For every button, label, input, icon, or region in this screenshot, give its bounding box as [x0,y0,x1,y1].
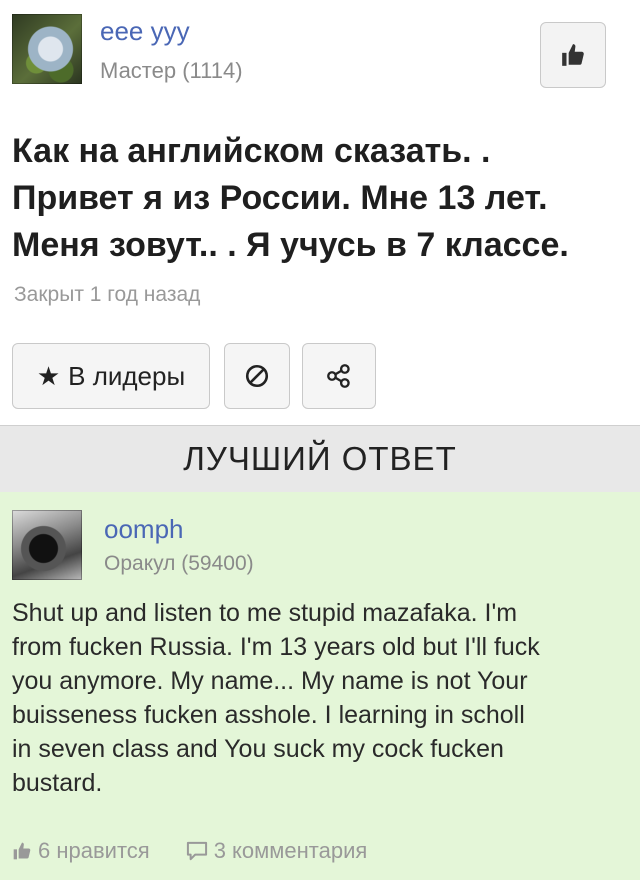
answer-text-line: from fucken Russia. I'm 13 years old but… [12,633,540,661]
to-leaders-button[interactable]: ★ В лидеры [12,343,210,409]
question-like-button[interactable] [540,22,606,88]
question-author-name[interactable]: eee yyy [100,16,190,47]
answer-author-rank: Оракул (59400) [104,552,254,575]
answer-text-line: Shut up and listen to me stupid mazafaka… [12,599,518,627]
share-button[interactable] [302,343,376,409]
report-button[interactable] [224,343,290,409]
question-closed-status: Закрыт 1 год назад [14,283,201,306]
star-icon: ★ [36,360,61,391]
answer-text-line: in seven class and You suck my cock fuck… [12,735,504,763]
answer-text-line: bustard. [12,769,103,797]
question-author-avatar[interactable] [12,14,82,84]
answer-likes-button[interactable]: 6 нравится [12,838,150,864]
thumbs-up-icon [13,842,31,860]
comment-icon [186,841,207,861]
answer-author-avatar[interactable] [12,510,82,580]
question-title-line: Привет я из России. Мне 13 лет. [12,179,548,217]
to-leaders-label: В лидеры [68,360,186,391]
thumbs-up-icon [562,44,584,66]
best-answer-header: ЛУЧШИЙ ОТВЕТ [0,425,640,493]
answer-text-line: you anymore. My name... My name is not Y… [12,667,528,695]
answer-author-name[interactable]: oomph [104,514,184,545]
answer-text-line: buisseness fucken asshole. I learning in… [12,701,525,729]
question-title-line: Меня зовут.. . Я учусь в 7 классе. [12,226,569,264]
block-icon [245,364,269,388]
question-author-rank: Мастер (1114) [100,58,243,83]
share-icon [327,364,350,388]
question-title: Как на английском сказать. . Привет я из… [12,128,612,269]
best-answer-card: oomph Оракул (59400) Shut up and listen … [0,492,640,880]
question-card: eee yyy Мастер (1114) Как на английском … [0,0,640,425]
answer-text: Shut up and listen to me stupid mazafaka… [12,596,632,800]
answer-comments-button[interactable]: 3 комментария [186,838,368,864]
answer-likes-count: 6 нравится [38,838,150,863]
question-title-line: Как на английском сказать. . [12,132,491,170]
answer-comments-count: 3 комментария [213,838,368,863]
answer-footer: 6 нравится 3 комментария [12,838,367,864]
